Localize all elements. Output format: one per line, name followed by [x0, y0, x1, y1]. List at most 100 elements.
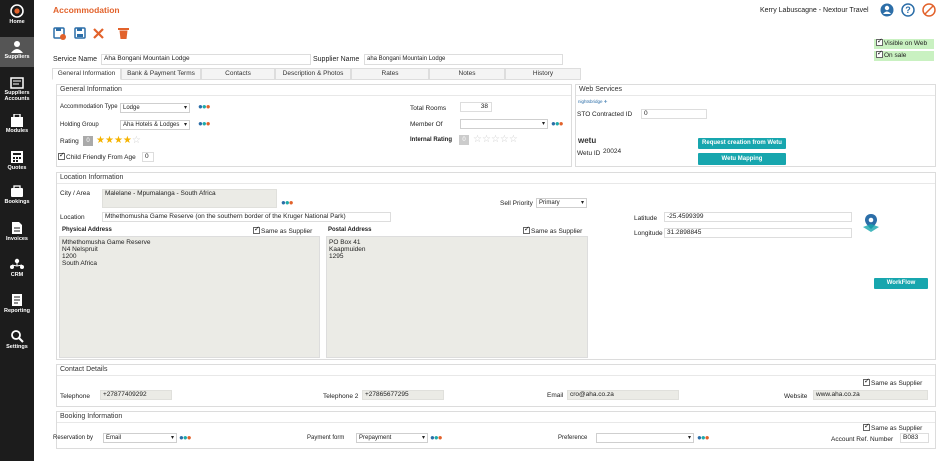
rating-label: Rating: [60, 138, 79, 145]
sell-priority-select[interactable]: Primary: [536, 198, 587, 208]
total-rooms-label: Total Rooms: [410, 105, 447, 112]
holding-group-select[interactable]: Aha Hotels & Lodges: [120, 120, 190, 130]
city-area-input[interactable]: Malelane - Mpumalanga - South Africa: [102, 189, 277, 208]
save-icon[interactable]: [74, 27, 86, 39]
sidebar-item-settings[interactable]: Settings: [0, 329, 34, 355]
tab-contacts[interactable]: Contacts: [201, 68, 275, 80]
wetu-id-input[interactable]: 20024: [603, 148, 691, 158]
longitude-input[interactable]: 31.2898845: [664, 228, 852, 238]
request-creation-button[interactable]: Request creation from Wetu: [698, 138, 786, 149]
physical-address-textarea[interactable]: Mthethomusha Game Reserve N4 Nelspruit 1…: [59, 236, 320, 358]
postal-same-as-supplier[interactable]: Same as Supplier: [523, 225, 582, 235]
reservation-by-select[interactable]: Email: [103, 433, 177, 443]
star-icon[interactable]: ★: [123, 135, 132, 146]
rating-stars[interactable]: ★★★★☆: [96, 136, 141, 146]
nightsbridge-text: nightsbridge: [578, 99, 603, 104]
logout-icon[interactable]: [922, 3, 936, 17]
website-label: Website: [784, 393, 808, 400]
panel-heading: Contact Details: [57, 365, 935, 376]
delete-icon[interactable]: [118, 27, 129, 39]
tab-general-information[interactable]: General Information: [52, 68, 121, 80]
holding-group-label: Holding Group: [60, 122, 99, 128]
supplier-name-input[interactable]: aha Bongani Mountain Lodge: [364, 54, 563, 65]
star-icon[interactable]: ☆: [473, 134, 482, 145]
sidebar-item-invoices[interactable]: Invoices: [0, 221, 34, 247]
sto-contracted-input[interactable]: 0: [641, 109, 707, 119]
workflow-button[interactable]: WorkFlow: [874, 278, 928, 289]
checkbox[interactable]: [876, 37, 883, 47]
map-pin-icon[interactable]: [861, 213, 881, 233]
on-sale-checkbox[interactable]: On sale: [874, 49, 934, 61]
sidebar-item-bookings[interactable]: Bookings: [0, 185, 34, 211]
sidebar-item-suppliers-accounts[interactable]: Suppliers Accounts: [0, 77, 34, 105]
help-icon[interactable]: ?: [901, 3, 915, 17]
sell-priority-label: Sell Priority: [500, 200, 533, 207]
payment-form-select[interactable]: Prepayment: [356, 433, 428, 443]
service-name-input[interactable]: Aha Bongani Mountain Lodge: [101, 54, 311, 65]
options-dots-icon[interactable]: ●●●: [430, 434, 442, 442]
tab-notes[interactable]: Notes: [429, 68, 505, 80]
website-input[interactable]: www.aha.co.za: [813, 390, 928, 400]
close-icon[interactable]: [93, 28, 104, 39]
physical-same-as-supplier[interactable]: Same as Supplier: [253, 225, 312, 235]
star-icon[interactable]: ☆: [132, 135, 141, 146]
accommodation-type-select[interactable]: Lodge: [120, 103, 190, 113]
internal-rating-badge: 0: [459, 135, 469, 145]
options-dots-icon[interactable]: ●●●: [281, 199, 293, 207]
sidebar-item-reporting[interactable]: Reporting: [0, 293, 34, 319]
sidebar-item-crm[interactable]: CRM: [0, 258, 34, 284]
checkbox[interactable]: [523, 225, 530, 234]
plane-icon: ✈: [603, 99, 608, 104]
sidebar-item-label: CRM: [10, 272, 24, 278]
wetu-mapping-button[interactable]: Wetu Mapping: [698, 153, 786, 165]
total-rooms-input[interactable]: 38: [460, 102, 492, 112]
star-icon[interactable]: ☆: [482, 134, 491, 145]
location-input[interactable]: Mthethomusha Game Reserve (on the southe…: [102, 212, 391, 222]
tab-history[interactable]: History: [505, 68, 581, 80]
sidebar-item-quotes[interactable]: Quotes: [0, 150, 34, 176]
options-dots-icon[interactable]: ●●●: [697, 434, 709, 442]
child-friendly-checkbox[interactable]: Child Friendly From Age: [58, 151, 136, 161]
sidebar-item-suppliers[interactable]: Suppliers: [0, 37, 34, 67]
star-icon[interactable]: ☆: [500, 134, 509, 145]
email-input[interactable]: cro@aha.co.za: [567, 390, 679, 400]
star-icon[interactable]: ☆: [509, 134, 518, 145]
postal-address-textarea[interactable]: PO Box 41 Kaapmuiden 1295: [326, 236, 588, 358]
user-profile-icon[interactable]: [880, 3, 894, 17]
star-icon[interactable]: ★: [114, 135, 123, 146]
star-icon[interactable]: ★: [105, 135, 114, 146]
checkbox[interactable]: [863, 422, 870, 431]
contact-same-as-supplier[interactable]: Same as Supplier: [863, 377, 922, 387]
checkbox[interactable]: [863, 377, 870, 386]
tab-description-photos[interactable]: Description & Photos: [275, 68, 351, 80]
checkbox[interactable]: [58, 151, 65, 160]
telephone2-input[interactable]: +27865677295: [362, 390, 444, 400]
options-dots-icon[interactable]: ●●●: [198, 103, 210, 111]
sidebar-item-modules[interactable]: Modules: [0, 114, 34, 140]
booking-same-as-supplier[interactable]: Same as Supplier: [863, 422, 922, 432]
sidebar-item-home[interactable]: Home: [0, 4, 34, 32]
member-of-select[interactable]: [460, 119, 548, 129]
checkbox[interactable]: [253, 225, 260, 234]
telephone-input[interactable]: +27877409292: [100, 390, 172, 400]
account-ref-input[interactable]: B083: [900, 433, 929, 443]
child-age-input[interactable]: 0: [142, 152, 154, 162]
preference-select[interactable]: [596, 433, 694, 443]
latitude-input[interactable]: -25.4599399: [664, 212, 852, 222]
options-dots-icon[interactable]: ●●●: [198, 120, 210, 128]
options-dots-icon[interactable]: ●●●: [179, 434, 191, 442]
options-dots-icon[interactable]: ●●●: [551, 120, 563, 128]
sidebar-item-label: Reporting: [4, 308, 30, 314]
save-check-icon[interactable]: [53, 27, 66, 40]
internal-rating-stars[interactable]: ☆☆☆☆☆: [473, 135, 518, 145]
checkbox[interactable]: [876, 49, 883, 59]
star-icon[interactable]: ★: [96, 135, 105, 146]
sidebar-item-label: Modules: [5, 128, 29, 134]
visible-on-web-checkbox[interactable]: Visible on Web: [874, 37, 934, 49]
star-icon[interactable]: ☆: [491, 134, 500, 145]
tab-rates[interactable]: Rates: [351, 68, 429, 80]
contact-details-panel: Contact Details: [56, 364, 936, 407]
supplier-name-label: Supplier Name: [313, 56, 360, 63]
user-name: Kerry Labuscagne - Nextour Travel: [760, 7, 869, 14]
tab-bank-payment-terms[interactable]: Bank & Payment Terms: [121, 68, 201, 80]
